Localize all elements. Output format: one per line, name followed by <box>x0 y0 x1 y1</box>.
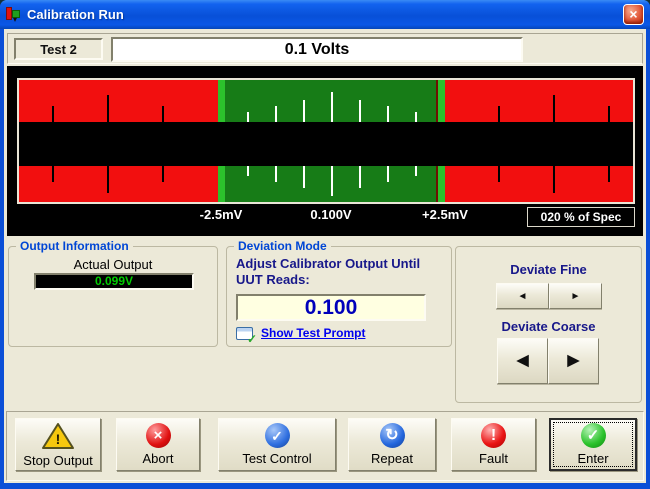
scale-tick <box>303 100 305 122</box>
scale-tick <box>107 166 109 193</box>
scale-tick <box>52 106 54 122</box>
pass-zone-left-edge <box>218 166 225 202</box>
scale-tick <box>387 106 389 122</box>
meter-high-limit-label: +2.5mV <box>422 207 468 222</box>
button-label: Fault <box>479 451 508 466</box>
output-information-group: Output Information Actual Output 0.099V <box>8 246 218 347</box>
calibration-run-window: ▾ Calibration Run × Test 2 0.1 Volts <box>0 0 650 489</box>
deviate-fine-left-button[interactable]: ◄ <box>496 283 549 309</box>
deviate-fine-label: Deviate Fine <box>456 262 641 277</box>
title-bar: ▾ Calibration Run × <box>0 0 650 29</box>
test-control-check-icon: ✓ <box>265 423 290 448</box>
meter-band-bottom <box>19 166 633 202</box>
deviation-mode-group: Deviation Mode Adjust Calibrator Output … <box>226 246 452 347</box>
scale-tick <box>415 112 417 122</box>
scale-tick <box>52 166 54 182</box>
show-test-prompt-row[interactable]: ✓ Show Test Prompt <box>236 326 365 340</box>
left-arrow-icon: ◄ <box>512 349 533 373</box>
close-button[interactable]: × <box>623 4 644 25</box>
meter-band-top <box>19 80 633 122</box>
deviate-coarse-left-button[interactable]: ◄ <box>497 338 548 384</box>
deviation-instruction-text: Adjust Calibrator Output Until UUT Reads… <box>236 256 444 288</box>
group-title: Deviation Mode <box>234 239 331 253</box>
button-label: Enter <box>577 451 608 466</box>
fault-button[interactable]: ! Fault <box>451 418 536 471</box>
fault-exclamation-icon: ! <box>481 423 506 448</box>
scale-tick <box>107 95 109 122</box>
target-reading-field: 0.100 <box>236 294 426 321</box>
test-point-value-field: 0.1 Volts <box>111 37 523 62</box>
button-label: Stop Output <box>23 453 92 468</box>
repeat-icon: ↻ <box>380 423 405 448</box>
scale-tick <box>415 166 417 176</box>
scale-tick <box>498 166 500 182</box>
stop-output-button[interactable]: ! Stop Output <box>15 418 101 471</box>
scale-tick <box>303 166 305 188</box>
pass-zone-left-edge <box>218 80 225 122</box>
enter-button[interactable]: ✓ Enter <box>549 418 637 471</box>
window-title: Calibration Run <box>27 7 618 22</box>
deviate-coarse-right-button[interactable]: ► <box>548 338 599 384</box>
warning-icon: ! <box>41 422 75 450</box>
left-arrow-icon: ◄ <box>518 291 528 302</box>
repeat-button[interactable]: ↻ Repeat <box>348 418 436 471</box>
scale-tick <box>162 106 164 122</box>
deviate-fine-right-button[interactable]: ► <box>549 283 602 309</box>
button-label: Test Control <box>242 451 311 466</box>
test-prompt-icon: ✓ <box>236 327 253 340</box>
button-label: Abort <box>142 451 173 466</box>
test-header-panel: Test 2 0.1 Volts <box>7 33 643 64</box>
deviate-coarse-label: Deviate Coarse <box>456 319 641 334</box>
right-arrow-icon: ► <box>563 349 584 373</box>
abort-button[interactable]: × Abort <box>116 418 200 471</box>
scale-tick <box>387 166 389 182</box>
deviation-meter: -2.5mV 0.100V +2.5mV 020 % of Spec <box>7 66 643 236</box>
button-label: Repeat <box>371 451 413 466</box>
scale-tick <box>275 106 277 122</box>
scale-tick <box>331 92 333 122</box>
scale-tick <box>608 106 610 122</box>
scale-tick <box>162 166 164 182</box>
percent-of-spec-badge: 020 % of Spec <box>527 207 635 227</box>
scale-tick <box>331 166 333 196</box>
test-number-badge: Test 2 <box>14 38 103 60</box>
scale-tick <box>275 166 277 182</box>
scale-tick <box>498 106 500 122</box>
test-control-button[interactable]: ✓ Test Control <box>218 418 336 471</box>
actual-output-label: Actual Output <box>9 257 217 272</box>
scale-tick <box>359 100 361 122</box>
abort-x-icon: × <box>146 423 171 448</box>
client-area: Test 2 0.1 Volts <box>4 29 646 483</box>
meter-band-area <box>17 78 635 204</box>
scale-tick <box>608 166 610 182</box>
close-icon: × <box>629 6 637 22</box>
scale-tick <box>247 112 249 122</box>
pass-zone-right-edge <box>438 80 445 122</box>
scale-tick <box>247 166 249 176</box>
actual-output-readout: 0.099V <box>34 273 194 290</box>
meter-low-limit-label: -2.5mV <box>200 207 243 222</box>
pass-zone-right-edge <box>438 166 445 202</box>
meter-nominal-label: 0.100V <box>310 207 351 222</box>
scale-tick <box>553 95 555 122</box>
enter-check-icon: ✓ <box>581 423 606 448</box>
deviate-controls-panel: Deviate Fine ◄ ► Deviate Coarse ◄ ► <box>455 246 642 403</box>
scale-tick <box>359 166 361 188</box>
action-button-bar: ! Stop Output × Abort ✓ Test Control ↻ R… <box>6 411 644 481</box>
group-title: Output Information <box>16 239 133 253</box>
app-icon: ▾ <box>6 7 22 22</box>
meter-track <box>19 122 633 166</box>
scale-tick <box>553 166 555 193</box>
right-arrow-icon: ► <box>571 291 581 302</box>
show-test-prompt-link[interactable]: Show Test Prompt <box>261 326 365 340</box>
